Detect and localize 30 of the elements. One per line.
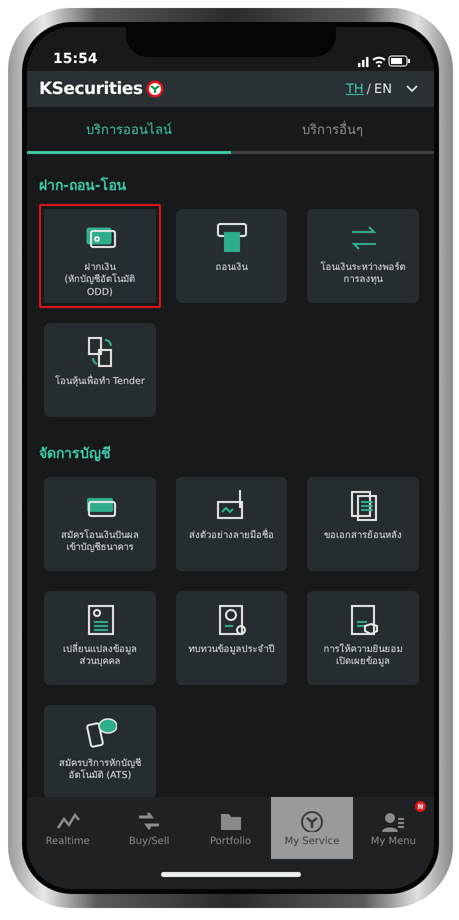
service-card[interactable]: การให้ความยินยอม เปิดเผยข้อมูล	[302, 586, 424, 690]
nav-item[interactable]: Buy/Sell	[108, 797, 190, 859]
service-card[interactable]: สมัครบริการหักบัญชี อัตโนมัติ (ATS)	[39, 700, 161, 797]
service-card[interactable]: เปลี่ยนแปลงข้อมูล ส่วนบุคคล	[39, 586, 161, 690]
service-card[interactable]: โอนหุ้นเพื่อทำ Tender	[39, 318, 161, 422]
nav-item[interactable]: Portfolio	[190, 797, 272, 859]
status-icons	[358, 55, 410, 67]
service-card[interactable]: สมัครโอนเงินปันผล เข้าบัญชีธนาคาร	[39, 472, 161, 576]
language-option[interactable]: TH	[346, 82, 364, 96]
status-time: 15:54	[53, 51, 98, 67]
service-card[interactable]: ฝากเงิน (หักบัญชีอัตโนมัติ ODD)	[39, 204, 161, 308]
tab[interactable]: บริการออนไลน์	[27, 107, 230, 154]
logo-icon	[146, 80, 164, 98]
service-card[interactable]: โอนเงินระหว่างพอร์ต การลงทุน	[302, 204, 424, 308]
section-title: จัดการบัญชี	[39, 444, 112, 464]
brand-logo: KSecurities	[39, 79, 142, 99]
section-title: ฝาก-ถอน-โอน	[39, 176, 128, 196]
service-card[interactable]: ถอนเงิน	[170, 204, 292, 308]
service-card[interactable]: ขอเอกสารย้อนหลัง	[302, 472, 424, 576]
nav-item[interactable]: My Service	[271, 797, 353, 859]
nav-icon	[300, 810, 324, 832]
nav-icon	[137, 810, 162, 832]
nav-item[interactable]: Realtime	[27, 797, 108, 859]
language-separator: /	[366, 82, 372, 96]
service-card[interactable]: ส่งตัวอย่างลายมือชื่อ	[170, 472, 292, 576]
tab[interactable]: บริการอื่นๆ	[230, 107, 434, 154]
service-card[interactable]: ทบทวนข้อมูลประจำปี	[170, 586, 292, 690]
language-option[interactable]: EN	[374, 82, 392, 96]
chevron-down-icon[interactable]	[406, 85, 418, 93]
service-icon	[214, 220, 248, 254]
